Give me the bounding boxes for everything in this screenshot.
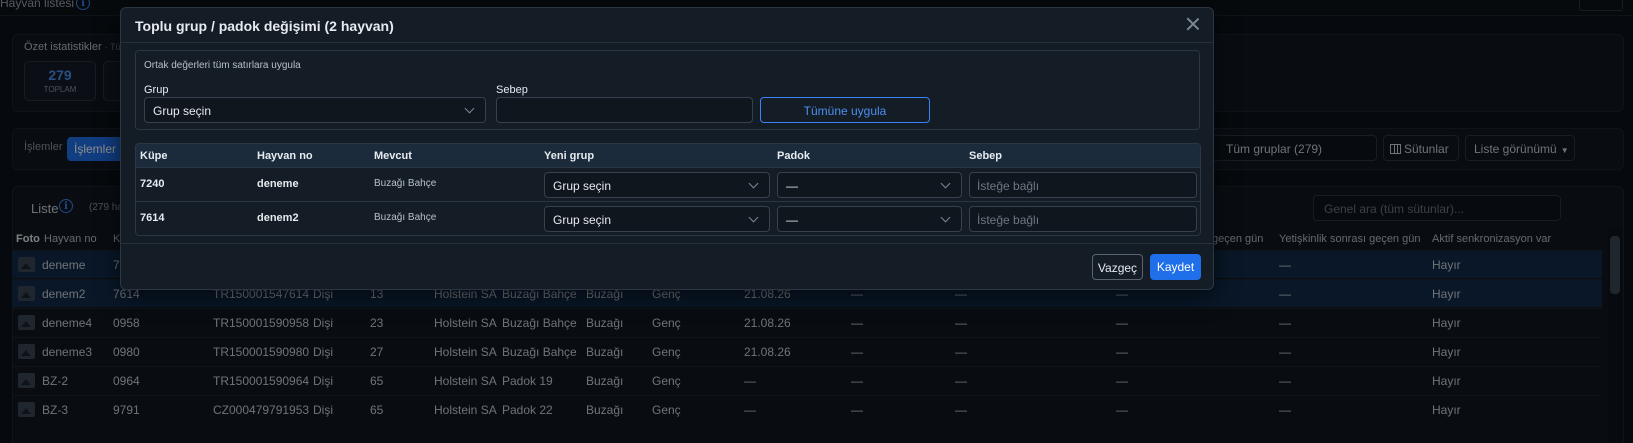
edit-table-header: Küpe Hayvan no Mevcut Yeni grup Padok Se… [136, 144, 1200, 167]
apply-all-button[interactable]: Tümüne uygula [760, 97, 930, 123]
chevron-down-icon [940, 212, 951, 223]
common-group-select[interactable]: Grup seçin [144, 97, 486, 123]
chevron-down-icon [464, 103, 475, 114]
paddock-value: — [786, 213, 798, 227]
edit-table-row: 7614 denem2 Buzağı Bahçe Grup seçin — İsteğe … [136, 201, 1200, 235]
col-cupe: Küpe [140, 150, 168, 162]
cell-mevcut: Buzağı Bahçe [374, 212, 437, 223]
save-button[interactable]: Kaydet [1150, 254, 1201, 280]
col-yeni-grup: Yeni grup [544, 150, 595, 162]
paddock-select[interactable]: — [777, 206, 962, 232]
common-group-value: Grup seçin [153, 104, 212, 118]
col-padok: Padok [777, 150, 811, 162]
cell-mevcut: Buzağı Bahçe [374, 178, 437, 189]
col-modal-hayvan-no: Hayvan no [257, 150, 313, 162]
cell-hayvan-no: deneme [257, 178, 299, 190]
cancel-button[interactable]: Vazgeç [1092, 254, 1143, 280]
new-group-select[interactable]: Grup seçin [544, 172, 770, 198]
row-reason-input[interactable]: İsteğe bağlı [969, 206, 1197, 232]
close-icon[interactable] [1183, 14, 1203, 34]
cell-cupe: 7240 [140, 178, 165, 190]
paddock-value: — [786, 179, 798, 193]
chevron-down-icon [748, 178, 759, 189]
paddock-select[interactable]: — [777, 172, 962, 198]
new-group-select[interactable]: Grup seçin [544, 206, 770, 232]
chevron-down-icon [940, 178, 951, 189]
col-mevcut: Mevcut [374, 150, 412, 162]
new-group-value: Grup seçin [553, 179, 612, 193]
dialog-title: Toplu grup / padok değişimi (2 hayvan) [135, 18, 394, 34]
cell-hayvan-no: denem2 [257, 212, 299, 224]
edit-table-row: 7240 deneme Buzağı Bahçe Grup seçin — İsteğe … [136, 167, 1200, 201]
common-values-title: Ortak değerleri tüm satırlara uygula [144, 60, 301, 71]
new-group-value: Grup seçin [553, 213, 612, 227]
chevron-down-icon [748, 212, 759, 223]
animals-edit-table: Küpe Hayvan no Mevcut Yeni grup Padok Se… [135, 143, 1201, 236]
dialog-header-divider [121, 42, 1213, 43]
row-reason-input[interactable]: İsteğe bağlı [969, 172, 1197, 198]
col-sebep: Sebep [969, 150, 1003, 162]
group-label: Grup [144, 84, 169, 96]
dialog-footer-divider [121, 243, 1213, 244]
reason-label: Sebep [496, 84, 528, 96]
common-reason-input[interactable] [496, 97, 753, 123]
cell-cupe: 7614 [140, 212, 165, 224]
bulk-group-change-dialog: Toplu grup / padok değişimi (2 hayvan) O… [120, 7, 1214, 290]
common-values-box: Ortak değerleri tüm satırlara uygula Gru… [135, 50, 1200, 130]
